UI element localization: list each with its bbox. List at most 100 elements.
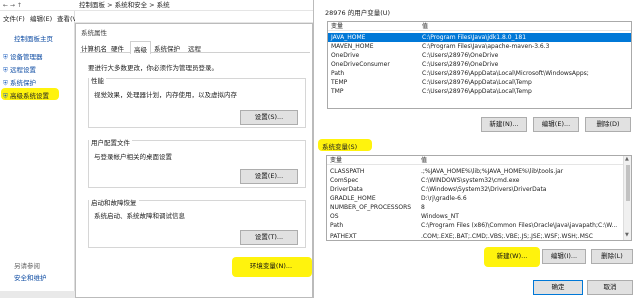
var-name: MAVEN_HOME — [331, 43, 374, 50]
control-panel-home-link[interactable]: 控制面板主页 — [14, 33, 53, 43]
var-value: Windows_NT — [421, 213, 459, 220]
startup-settings-button[interactable]: 设置(T)... — [240, 230, 298, 245]
var-name: Path — [330, 222, 344, 229]
performance-title: 性能 — [89, 75, 106, 85]
tab-remote[interactable]: 远程 — [188, 43, 201, 53]
cancel-button[interactable]: 取消 — [587, 280, 633, 295]
col-header-val[interactable]: 值 — [422, 22, 428, 31]
var-name: DriverData — [330, 186, 363, 193]
col-header-val[interactable]: 值 — [421, 156, 427, 165]
system-new-button[interactable]: 新建(W)... — [489, 249, 535, 264]
user-new-button[interactable]: 新建(N)... — [481, 117, 527, 132]
var-value: C:\Users\28976\OneDrive — [422, 61, 499, 68]
taskbar-strip — [0, 291, 75, 298]
shield-icon: ⛨ — [3, 92, 8, 100]
menu-file[interactable]: 文件(F) — [3, 13, 25, 23]
tab-strip: 计算机名 硬件 高级 系统保护 远程 — [80, 41, 310, 54]
system-vars-table[interactable]: 变量 值 CLASSPATH .;%JAVA_HOME%\lib;%JAVA_H… — [326, 155, 632, 241]
var-value: C:\Program Files (x86)\Common Files\Orac… — [421, 222, 618, 229]
breadcrumb[interactable]: 控制面板 > 系统和安全 > 系统 — [75, 0, 313, 11]
tab-hardware[interactable]: 硬件 — [111, 43, 124, 53]
var-value: C:\Users\28976\AppData\Local\Microsoft\W… — [422, 70, 589, 77]
side-item-label: 高级系统设置 — [9, 92, 49, 100]
table-row[interactable]: NUMBER_OF_PROCESSORS 8 — [327, 203, 623, 212]
side-item-advanced[interactable]: ⛨ 高级系统设置 — [3, 90, 49, 101]
user-vars-table[interactable]: 变量 值 JAVA_HOME C:\Program Files\Java\jdk… — [327, 21, 632, 109]
var-name: TMP — [331, 88, 344, 95]
system-delete-button[interactable]: 删除(L) — [591, 249, 633, 264]
nav-arrows-icon[interactable]: ← → ↑ — [3, 2, 22, 9]
side-item-remote[interactable]: ⛨ 远程设置 — [3, 64, 36, 75]
tab-advanced[interactable]: 高级 — [130, 41, 151, 54]
var-value: C:\WINDOWS\system32\cmd.exe — [421, 177, 520, 184]
user-profile-settings-button[interactable]: 设置(E)... — [240, 169, 298, 184]
explorer-window: ← → ↑ 文件(F) 编辑(E) 查看(V) 控制面板主页 ⛨ 设备管理器 ⛨… — [0, 0, 75, 298]
var-name: GRADLE_HOME — [330, 195, 376, 202]
performance-settings-button[interactable]: 设置(S)... — [240, 110, 298, 125]
table-row[interactable]: OneDriveConsumer C:\Users\28976\OneDrive — [328, 60, 631, 69]
dialog-title: 系统属性 — [81, 29, 107, 37]
var-name: PATHEXT — [330, 233, 357, 240]
table-row[interactable]: GRADLE_HOME D:\rj\gradle-6.6 — [327, 194, 623, 203]
table-row[interactable]: TMP C:\Users\28976\AppData\Local\Temp — [328, 87, 631, 96]
scroll-thumb[interactable] — [626, 165, 630, 201]
user-edit-button[interactable]: 编辑(E)... — [533, 117, 579, 132]
side-item-protection[interactable]: ⛨ 系统保护 — [3, 77, 36, 88]
table-row[interactable]: TEMP C:\Users\28976\AppData\Local\Temp — [328, 78, 631, 87]
system-vars-title: 系统变量(S) — [322, 143, 358, 151]
var-name: JAVA_HOME — [331, 34, 366, 41]
shield-icon: ⛨ — [3, 66, 8, 74]
table-row[interactable]: CLASSPATH .;%JAVA_HOME%\lib;%JAVA_HOME%\… — [327, 167, 623, 176]
side-item-device-manager[interactable]: ⛨ 设备管理器 — [3, 51, 42, 62]
var-value: C:\Users\28976\AppData\Local\Temp — [422, 88, 532, 95]
user-vars-title: 28976 的用户变量(U) — [325, 9, 391, 17]
user-delete-button[interactable]: 删除(D) — [585, 117, 631, 132]
startup-desc: 系统启动、系统故障和调试信息 — [94, 212, 185, 220]
side-item-label: 设备管理器 — [9, 53, 43, 61]
tab-system-protection[interactable]: 系统保护 — [154, 43, 180, 53]
ok-button[interactable]: 确定 — [533, 280, 583, 295]
security-maintenance-link[interactable]: 安全和维护 — [14, 272, 47, 282]
scroll-down-icon[interactable]: ▼ — [625, 232, 629, 238]
col-header-var[interactable]: 变量 — [331, 22, 343, 31]
table-row[interactable]: OneDrive C:\Users\28976\OneDrive — [328, 51, 631, 60]
var-name: Path — [331, 70, 345, 77]
address-bar[interactable]: ← → ↑ — [0, 0, 75, 11]
menu-view[interactable]: 查看(V) — [57, 13, 75, 23]
table-row[interactable]: JAVA_HOME C:\Program Files\Java\jdk1.8.0… — [328, 33, 631, 42]
side-item-label: 系统保护 — [9, 79, 36, 87]
table-header: 变量 值 — [327, 156, 623, 165]
var-value: C:\Program Files\Java\apache-maven-3.6.3 — [422, 43, 550, 50]
table-row[interactable]: Path C:\Program Files (x86)\Common Files… — [327, 221, 623, 230]
var-name: NUMBER_OF_PROCESSORS — [330, 204, 412, 211]
breadcrumb-path: 控制面板 > 系统和安全 > 系统 — [79, 1, 170, 9]
admin-note: 要进行大多数更改，你必须作为管理员登录。 — [88, 64, 218, 72]
performance-desc: 视觉效果，处理器计划，内存使用，以及虚拟内存 — [94, 91, 237, 99]
tab-computer-name[interactable]: 计算机名 — [81, 43, 107, 53]
system-edit-button[interactable]: 编辑(I)... — [542, 249, 586, 264]
scroll-up-icon[interactable]: ▲ — [625, 156, 629, 162]
table-header: 变量 值 — [328, 22, 631, 31]
table-row[interactable]: DriverData C:\Windows\System32\Drivers\D… — [327, 185, 623, 194]
side-item-label: 远程设置 — [9, 66, 36, 74]
var-value: C:\Windows\System32\Drivers\DriverData — [421, 186, 547, 193]
user-profile-title: 用户配置文件 — [89, 137, 132, 147]
table-row[interactable]: Path C:\Users\28976\AppData\Local\Micros… — [328, 69, 631, 78]
var-name: OS — [330, 213, 339, 220]
environment-variables-dialog: 28976 的用户变量(U) 变量 值 JAVA_HOME C:\Program… — [313, 0, 640, 298]
var-value: C:\Users\28976\OneDrive — [422, 52, 499, 59]
var-name: TEMP — [331, 79, 348, 86]
system-properties-dialog: 系统属性 计算机名 硬件 高级 系统保护 远程 要进行大多数更改，你必须作为管理… — [75, 23, 313, 298]
col-header-var[interactable]: 变量 — [330, 156, 342, 165]
environment-variables-button[interactable]: 环境变量(N)... — [238, 259, 304, 274]
table-row[interactable]: PATHEXT .COM;.EXE;.BAT;.CMD;.VBS;.VBE;.J… — [327, 232, 623, 240]
table-row[interactable]: OS Windows_NT — [327, 212, 623, 221]
startup-title: 启动和故障恢复 — [89, 197, 139, 207]
menu-edit[interactable]: 编辑(E) — [30, 13, 52, 23]
table-row[interactable]: ComSpec C:\WINDOWS\system32\cmd.exe — [327, 176, 623, 185]
shield-icon: ⛨ — [3, 79, 8, 87]
user-profile-desc: 与登录帐户相关的桌面设置 — [94, 153, 172, 161]
scrollbar[interactable]: ▲ ▼ — [623, 156, 631, 240]
var-name: OneDrive — [331, 52, 360, 59]
table-row[interactable]: MAVEN_HOME C:\Program Files\Java\apache-… — [328, 42, 631, 51]
